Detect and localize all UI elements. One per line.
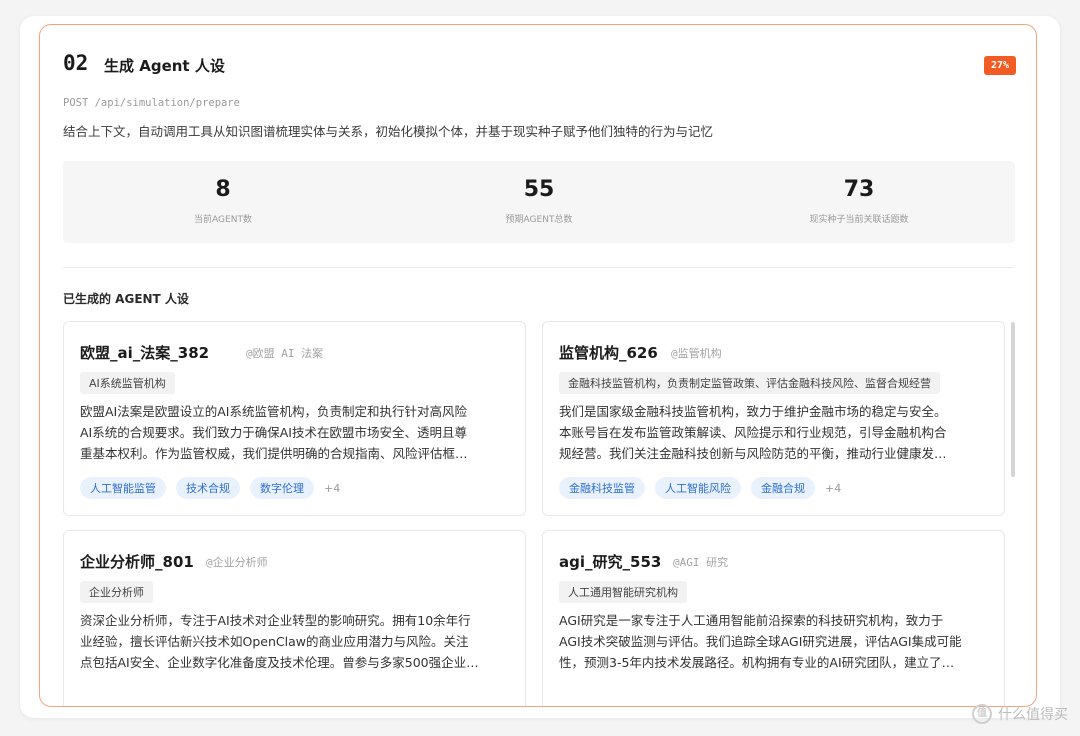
api-endpoint: POST /api/simulation/prepare [63,97,241,109]
card-list-scrollbar[interactable] [1011,322,1015,477]
watermark-logo-icon: 值 [972,704,992,724]
bio-line: 资深企业分析师，专注于AI技术对企业转型的影响研究。拥有10余年行 [80,613,471,628]
bio-line: 欧盟AI法案是欧盟设立的AI系统监管机构，负责制定和执行针对高风险 [80,404,467,419]
agent-bio: AGI研究是一家专注于人工通用智能前沿探索的科技研究机构，致力于 AGI技术突破… [559,610,989,673]
agent-role: 企业分析师 [80,581,153,603]
progress-badge: 27% [983,56,1016,75]
agent-tag[interactable]: 人工智能监管 [80,477,166,499]
bio-line: 规经营。我们关注金融科技创新与风险防范的平衡，推动行业健康发… [559,446,947,461]
more-tags-count[interactable]: +4 [825,482,841,495]
agent-bio: 我们是国家级金融科技监管机构，致力于维护金融市场的稳定与安全。 本账号旨在发布监… [559,401,989,464]
stat-current-agents: 8 当前AGENT数 [63,161,383,243]
step-title: 生成 Agent 人设 [104,57,225,75]
agent-name: 监管机构_626 [559,344,658,362]
agent-role: 金融科技监管机构，负责制定监管政策、评估金融科技风险、监督合规经营 [559,372,940,394]
stat-value: 55 [523,177,555,202]
agent-tag[interactable]: 数字伦理 [250,477,314,499]
agent-bio: 欧盟AI法案是欧盟设立的AI系统监管机构，负责制定和执行针对高风险 AI系统的合… [80,401,510,464]
agent-card[interactable]: 监管机构_626 @监管机构 金融科技监管机构，负责制定监管政策、评估金融科技风… [542,321,1005,516]
agent-tag[interactable]: 金融合规 [751,477,815,499]
agent-name: 企业分析师_801 [80,553,194,571]
bio-line: 性，预测3-5年内技术发展路径。机构拥有专业的AI研究团队，建立了… [559,655,955,670]
watermark-text: 什么值得买 [998,707,1068,723]
agent-bio: 资深企业分析师，专注于AI技术对企业转型的影响研究。拥有10余年行 业经验，擅长… [80,610,510,673]
bio-line: AI系统的合规要求。我们致力于确保AI技术在欧盟市场安全、透明且尊 [80,425,467,440]
bio-line: AGI研究是一家专注于人工通用智能前沿探索的科技研究机构，致力于 [559,613,944,628]
agent-role: 人工通用智能研究机构 [559,581,687,603]
agent-handle: @监管机构 [671,347,722,360]
more-tags-count[interactable]: +4 [324,482,340,495]
agent-tag[interactable]: 人工智能风险 [655,477,741,499]
agent-handle: @AGI 研究 [673,556,729,569]
stat-expected-agents: 55 预期AGENT总数 [379,161,699,243]
stat-label: 当前AGENT数 [194,215,252,225]
stat-label: 预期AGENT总数 [505,215,573,225]
agent-card[interactable]: 欧盟_ai_法案_382 @欧盟 AI 法案 AI系统监管机构 欧盟AI法案是欧… [63,321,526,516]
agent-tags: 金融科技监管 人工智能风险 金融合规 +4 [559,477,841,499]
step-number: 02 [63,51,89,75]
bio-line: 我们是国家级金融科技监管机构，致力于维护金融市场的稳定与安全。 [559,404,947,419]
agent-card[interactable]: agi_研究_553 @AGI 研究 人工通用智能研究机构 AGI研究是一家专注… [542,530,1005,706]
agent-handle: @企业分析师 [206,556,268,569]
bio-line: 业经验，擅长评估新兴技术如OpenClaw的商业应用潜力与风险。关注 [80,634,469,649]
step-panel: 02 生成 Agent 人设 27% POST /api/simulation/… [39,24,1037,707]
bio-line: 本账号旨在发布监管政策解读、风险提示和行业规范，引导金融机构合 [559,425,947,440]
agent-role: AI系统监管机构 [80,372,175,394]
agent-name: 欧盟_ai_法案_382 [80,344,210,362]
bio-line: 重基本权利。作为监管权威，我们提供明确的合规指南、风险评估框… [80,446,468,461]
agent-card[interactable]: 企业分析师_801 @企业分析师 企业分析师 资深企业分析师，专注于AI技术对企… [63,530,526,706]
watermark: 值 什么值得买 [972,704,1068,724]
stat-related-topics: 73 现实种子当前关联话题数 [699,161,1019,243]
agent-name: agi_研究_553 [559,553,662,571]
bio-line: 点包括AI安全、企业数字化准备度及技术伦理。曾参与多家500强企业… [80,655,479,670]
section-title: 已生成的 AGENT 人设 [63,292,189,306]
stat-value: 8 [215,177,231,202]
agent-tag[interactable]: 技术合规 [176,477,240,499]
agent-handle: @欧盟 AI 法案 [246,347,324,360]
stats-panel: 8 当前AGENT数 55 预期AGENT总数 73 现实种子当前关联话题数 [63,161,1015,243]
agent-tag[interactable]: 金融科技监管 [559,477,645,499]
step-description: 结合上下文，自动调用工具从知识图谱梳理实体与关系，初始化模拟个体，并基于现实种子… [63,124,714,139]
agent-tags: 人工智能监管 技术合规 数字伦理 +4 [80,477,340,499]
bio-line: AGI技术突破监测与评估。我们追踪全球AGI研究进展，评估AGI集成可能 [559,634,962,649]
stat-label: 现实种子当前关联话题数 [809,215,909,225]
stat-value: 73 [843,177,875,202]
divider [63,267,1014,268]
